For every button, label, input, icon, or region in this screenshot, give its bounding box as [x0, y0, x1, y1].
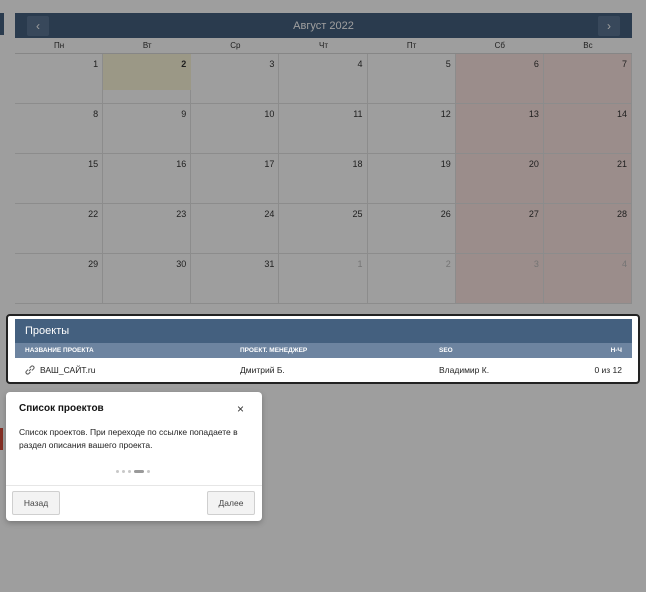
close-icon[interactable]: × — [237, 403, 244, 415]
table-row: ВАШ_САЙТ.ru Дмитрий Б. Владимир К. 0 из … — [15, 358, 632, 382]
popup-divider — [6, 485, 262, 486]
popup-title: Список проектов — [19, 403, 104, 414]
column-seo: SEO — [439, 347, 453, 354]
step-dot-active — [134, 470, 144, 473]
projects-panel: Проекты НАЗВАНИЕ ПРОЕКТА ПРОЕКТ. МЕНЕДЖЕ… — [15, 319, 632, 382]
projects-title: Проекты — [15, 319, 632, 343]
step-dot — [122, 470, 125, 473]
step-dot — [116, 470, 119, 473]
column-manager: ПРОЕКТ. МЕНЕДЖЕР — [240, 347, 308, 354]
link-icon — [25, 365, 35, 375]
project-link[interactable]: ВАШ_САЙТ.ru — [15, 365, 230, 375]
project-seo: Владимир К. — [439, 365, 490, 375]
step-indicator — [116, 470, 150, 473]
popup-description: Список проектов. При переходе по ссылке … — [19, 427, 238, 450]
column-project-name: НАЗВАНИЕ ПРОЕКТА — [25, 347, 94, 354]
next-button[interactable]: Далее — [207, 491, 255, 515]
project-hours: 0 из 12 — [594, 365, 622, 375]
projects-table-header: НАЗВАНИЕ ПРОЕКТА ПРОЕКТ. МЕНЕДЖЕР SEO Н-… — [15, 343, 632, 358]
back-button[interactable]: Назад — [12, 491, 60, 515]
step-dot — [128, 470, 131, 473]
project-name: ВАШ_САЙТ.ru — [40, 365, 96, 375]
tour-popup: Список проектов × Список проектов. При п… — [6, 392, 262, 521]
project-manager: Дмитрий Б. — [240, 365, 285, 375]
step-dot — [147, 470, 150, 473]
column-hours: Н-Ч — [610, 347, 622, 354]
